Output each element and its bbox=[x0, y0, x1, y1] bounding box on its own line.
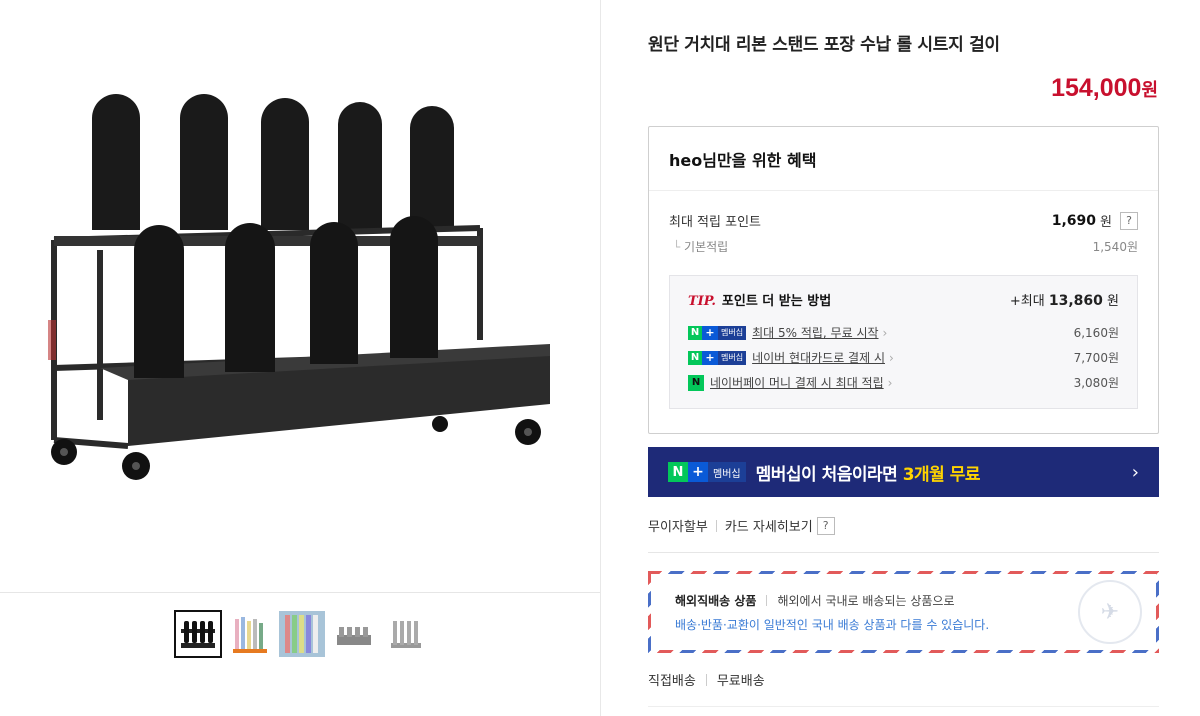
chevron-right-icon: › bbox=[882, 325, 888, 340]
product-title: 원단 거치대 리본 스탠드 포장 수납 롤 시트지 걸이 bbox=[648, 35, 1000, 55]
card-detail-link[interactable]: 카드 자세히보기 bbox=[725, 516, 813, 535]
thumb-black-rack-image bbox=[181, 621, 215, 648]
n-letter: N bbox=[688, 325, 702, 340]
tip-max-unit: 원 bbox=[1107, 294, 1119, 309]
chevron-right-icon: › bbox=[1131, 461, 1139, 483]
tip-max-value: 13,860 bbox=[1048, 293, 1103, 309]
max-point-unit: 원 bbox=[1100, 215, 1112, 230]
base-point-label-text: 기본적립 bbox=[684, 240, 729, 254]
tip-label: 포인트 더 받는 방법 bbox=[721, 294, 832, 309]
thumbnail-strip bbox=[174, 610, 430, 658]
intl-title: 해외직배송 상품 bbox=[675, 594, 757, 608]
max-point-number: 1,690 bbox=[1051, 212, 1097, 229]
membership-text: 멤버십 bbox=[708, 462, 746, 482]
plus-sign: + bbox=[702, 325, 718, 340]
tip-mark: TIP. bbox=[688, 294, 716, 309]
benefit-box: heo님만을 위한 혜택 최대 적립 포인트 1,690 원 ? └ 기본적립 1… bbox=[648, 126, 1159, 434]
shipping-info: 직접배송 무료배송 bbox=[648, 670, 765, 689]
chevron-right-icon: › bbox=[888, 350, 894, 365]
tip-row-card: N + 멤버십 네이버 현대카드로 결제 시 › 7,700원 bbox=[688, 349, 1119, 366]
max-point-value: 1,690 원 ? bbox=[1052, 211, 1138, 230]
intl-shipping-notice: 해외직배송 상품 해외에서 국내로 배송되는 상품으로 배송·반품·교환이 일반… bbox=[648, 571, 1159, 653]
naver-plus-membership-badge: N + 멤버십 bbox=[668, 462, 746, 482]
shipping-fee: 무료배송 bbox=[716, 674, 765, 689]
shipping-divider bbox=[648, 706, 1159, 707]
max-point-label: 최대 적립 포인트 bbox=[669, 215, 761, 230]
thumb-grey-rack-tall[interactable] bbox=[382, 610, 430, 658]
naver-plus-membership-badge: N + 멤버십 bbox=[688, 350, 747, 365]
product-info-panel: 원단 거치대 리본 스탠드 포장 수납 롤 시트지 걸이 154,000원 he… bbox=[600, 0, 1200, 716]
product-price: 154,000원 bbox=[1051, 74, 1158, 103]
banner-text: 멤버십이 처음이라면 3개월 무료 bbox=[755, 460, 981, 485]
shipping-method: 직접배송 bbox=[648, 674, 696, 689]
price-value: 154,000 bbox=[1051, 74, 1142, 102]
point-help-button[interactable]: ? bbox=[1120, 211, 1138, 230]
tip-max: +최대 13,860 원 bbox=[1010, 290, 1119, 309]
plus-sign: + bbox=[688, 462, 708, 482]
naver-plus-membership-badge: N + 멤버십 bbox=[688, 325, 747, 340]
airplane-stamp-icon: ✈ bbox=[1078, 580, 1142, 644]
n-letter: N bbox=[688, 350, 702, 365]
separator bbox=[705, 673, 707, 686]
tip-link-membership[interactable]: 최대 5% 적립, 무료 시작 bbox=[752, 324, 878, 341]
corner-arrow-icon: └ bbox=[673, 240, 685, 254]
intl-line-1: 해외직배송 상품 해외에서 국내로 배송되는 상품으로 bbox=[675, 592, 955, 609]
tip-max-prefix: +최대 bbox=[1009, 294, 1045, 309]
membership-text: 멤버십 bbox=[718, 350, 747, 365]
thumb-grey-rack-image bbox=[337, 627, 371, 645]
chevron-right-icon: › bbox=[887, 375, 893, 390]
base-point-row: └ 기본적립 1,540원 bbox=[669, 238, 1138, 255]
separator bbox=[766, 595, 768, 606]
tip-amount-npay: 3,080원 bbox=[1073, 376, 1119, 390]
separator bbox=[715, 519, 717, 532]
intl-desc: 해외에서 국내로 배송되는 상품으로 bbox=[777, 594, 955, 608]
thumb-grey-rack-tall-image bbox=[391, 621, 421, 648]
thumb-grey-rack[interactable] bbox=[330, 610, 378, 658]
tip-box: TIP. 포인트 더 받는 방법 +최대 13,860 원 N + 멤버십 최대 5%… bbox=[669, 275, 1138, 409]
tip-amount-card: 7,700원 bbox=[1073, 351, 1119, 365]
n-letter: N bbox=[668, 462, 688, 482]
base-point-value: 1,540원 bbox=[1092, 240, 1138, 254]
product-gallery bbox=[0, 0, 600, 716]
intl-notice-inner: 해외직배송 상품 해외에서 국내로 배송되는 상품으로 배송·반품·교환이 일반… bbox=[651, 574, 1156, 650]
membership-banner[interactable]: N + 멤버십 멤버십이 처음이라면 3개월 무료 › bbox=[648, 447, 1159, 497]
fabric-rack-illustration bbox=[48, 94, 550, 480]
thumb-rolls-display-image bbox=[279, 611, 325, 657]
banner-text-main: 멤버십이 처음이라면 bbox=[755, 464, 903, 485]
tip-link-card[interactable]: 네이버 현대카드로 결제 시 bbox=[752, 349, 885, 366]
base-point-label: └ 기본적립 bbox=[669, 238, 728, 255]
price-unit: 원 bbox=[1141, 80, 1158, 100]
card-help-button[interactable]: ? bbox=[816, 516, 835, 535]
membership-text: 멤버십 bbox=[718, 325, 747, 340]
intl-notice-text: 배송·반품·교환이 일반적인 국내 배송 상품과 다를 수 있습니다. bbox=[675, 618, 990, 632]
benefit-header: heo님만을 위한 혜택 bbox=[649, 127, 1158, 191]
naverpay-icon: N bbox=[688, 374, 704, 391]
tip-row-membership: N + 멤버십 최대 5% 적립, 무료 시작 › 6,160원 bbox=[688, 324, 1119, 341]
main-product-image[interactable] bbox=[0, 0, 600, 592]
installment-label: 무이자할부 bbox=[648, 520, 708, 535]
tip-amount-membership: 6,160원 bbox=[1073, 326, 1119, 340]
banner-text-highlight: 3개월 무료 bbox=[902, 464, 981, 485]
card-divider bbox=[648, 552, 1159, 553]
tip-link-npay[interactable]: 네이버페이 머니 결제 시 최대 적립 bbox=[710, 374, 884, 391]
max-point-row: 최대 적립 포인트 1,690 원 ? bbox=[669, 211, 1138, 230]
thumb-rolls-display[interactable] bbox=[278, 610, 326, 658]
thumb-black-rack[interactable] bbox=[174, 610, 222, 658]
thumb-colored-rolls-image bbox=[233, 617, 267, 653]
gallery-divider bbox=[0, 592, 600, 593]
thumb-colored-rolls[interactable] bbox=[226, 610, 274, 658]
plus-sign: + bbox=[702, 350, 718, 365]
tip-row-npay: N 네이버페이 머니 결제 시 최대 적립 › 3,080원 bbox=[688, 374, 1119, 391]
tip-header: TIP. 포인트 더 받는 방법 +최대 13,860 원 bbox=[688, 290, 1119, 309]
card-info: 무이자할부 카드 자세히보기 ? bbox=[648, 516, 835, 535]
